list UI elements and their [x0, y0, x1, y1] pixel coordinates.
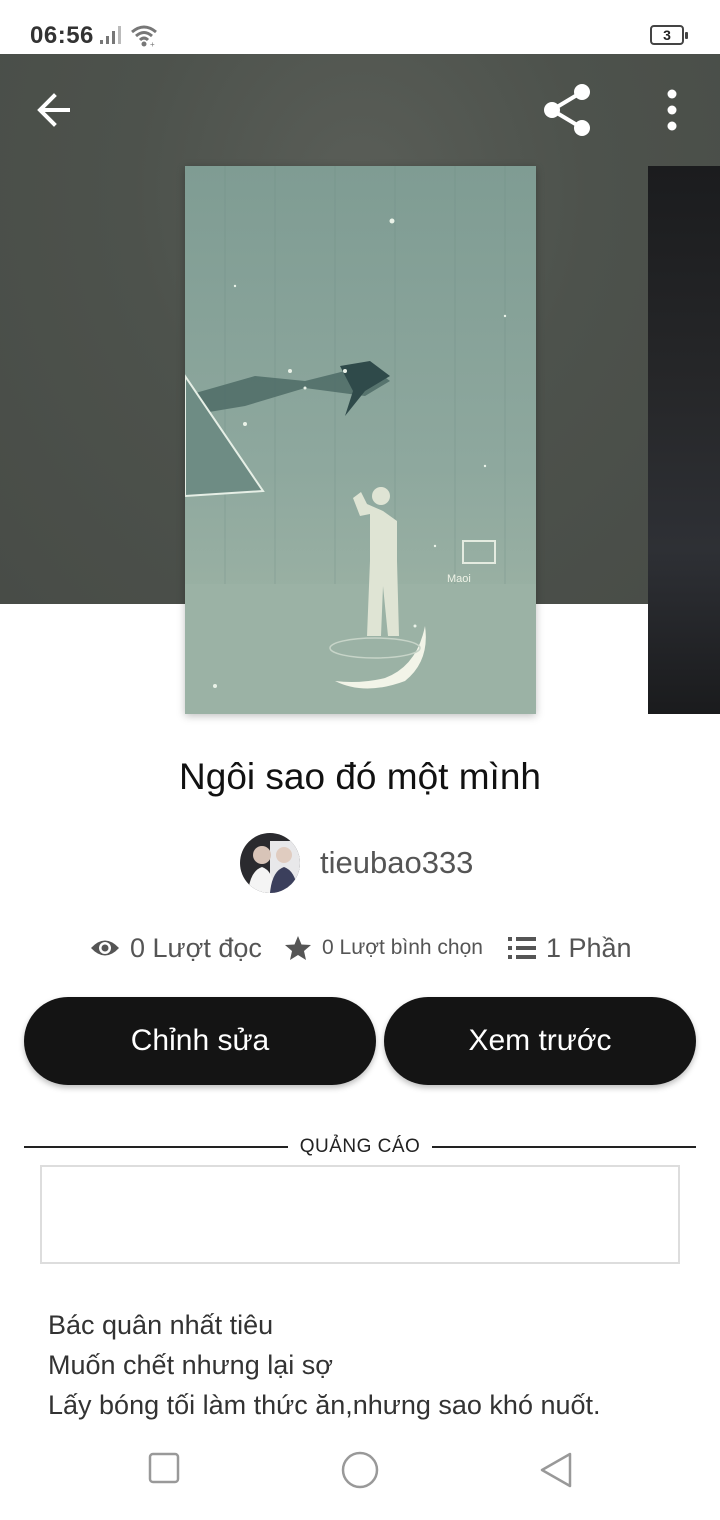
description-line: Lấy bóng tối làm thức ăn,nhưng sao khó n… [48, 1390, 601, 1420]
signal-icon [100, 26, 124, 51]
back-triangle-icon [540, 1452, 572, 1488]
description-line: Bác quân nhất tiêu [48, 1310, 274, 1340]
story-description: Bác quân nhất tiêu Muốn chết nhưng lại s… [48, 1305, 688, 1425]
description-line: Muốn chết nhưng lại sợ [48, 1350, 333, 1380]
status-bar: 06:56 + 3 [0, 0, 720, 54]
cover-signature: Maoi [447, 573, 471, 585]
parts-count[interactable]: 1 Phần [546, 933, 632, 964]
votes-stat: 0 Lượt bình chọn [284, 928, 483, 968]
next-story-cover[interactable] [648, 166, 720, 714]
story-cover[interactable]: Maoi [184, 166, 536, 714]
divider-line [432, 1146, 696, 1148]
author-row[interactable]: tieubao333 [240, 833, 473, 893]
stats-row: 0 Lượt đọc 0 Lượt bình chọn 1 Phần [0, 928, 720, 968]
home-button[interactable] [340, 1450, 380, 1495]
cover-illustration: Maoi [184, 166, 536, 714]
wifi-icon: + [130, 24, 158, 53]
ad-label: QUẢNG CÁO [299, 1136, 421, 1157]
ad-slot[interactable] [40, 1165, 680, 1264]
share-button[interactable] [538, 80, 598, 140]
list-icon [508, 937, 536, 959]
recent-apps-icon [148, 1452, 180, 1484]
preview-button[interactable]: Xem trước [384, 997, 696, 1085]
votes-count: 0 Lượt bình chọn [322, 936, 483, 959]
nav-back-button[interactable] [538, 1450, 574, 1495]
author-avatar[interactable] [240, 833, 300, 893]
home-icon [341, 1451, 379, 1489]
reads-stat: 0 Lượt đọc [90, 928, 262, 968]
share-icon [544, 84, 590, 136]
recent-apps-button[interactable] [146, 1450, 182, 1491]
reads-count: 0 Lượt đọc [130, 932, 262, 963]
ad-divider: QUẢNG CÁO [24, 1132, 696, 1162]
author-name[interactable]: tieubao333 [320, 845, 473, 881]
divider-line [24, 1146, 288, 1148]
parts-stat[interactable]: 1 Phần [508, 928, 632, 968]
battery-icon: 3 [650, 25, 688, 45]
svg-text:+: + [150, 40, 155, 48]
eye-icon [91, 940, 119, 956]
back-button[interactable] [30, 84, 82, 136]
status-time: 06:56 [30, 22, 94, 49]
story-title: Ngôi sao đó một mình [179, 756, 541, 797]
edit-button[interactable]: Chỉnh sửa [24, 997, 376, 1085]
system-nav-bar [0, 1430, 720, 1520]
back-arrow-icon [37, 93, 70, 127]
more-options-button[interactable] [652, 84, 692, 136]
star-icon [285, 936, 311, 960]
more-vertical-icon [667, 89, 677, 131]
